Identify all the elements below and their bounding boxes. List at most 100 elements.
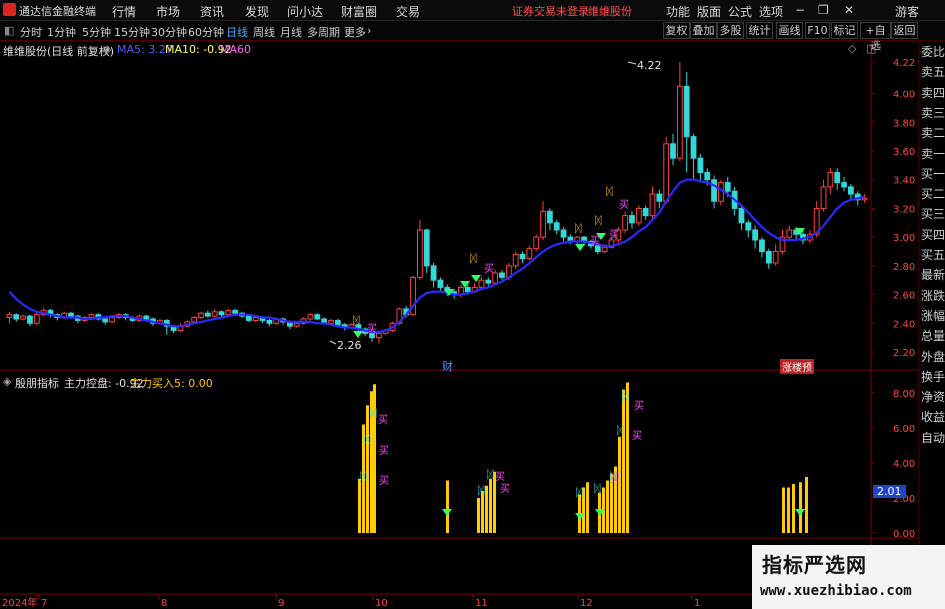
candle-body xyxy=(198,312,204,319)
side-panel-item-16[interactable]: 换手 xyxy=(921,370,945,384)
candle-body xyxy=(670,143,676,159)
menu-item-gongneng[interactable]: 功能 xyxy=(666,3,690,20)
collapse-icon[interactable]: ◫ xyxy=(866,42,876,55)
candle-body xyxy=(68,312,74,317)
candle-body xyxy=(697,157,704,174)
period-tab-15min[interactable]: 15分钟 xyxy=(114,24,150,40)
watermark-url: www.xuezhibiao.com xyxy=(760,583,912,599)
diejia-button[interactable]: 叠加 xyxy=(690,22,717,39)
period-tab-monthly[interactable]: 月线 xyxy=(280,24,302,40)
huaxian-button[interactable]: 画线 xyxy=(776,22,803,39)
side-panel-item-8[interactable]: 买三 xyxy=(921,207,945,221)
menu-item-hangqing[interactable]: 行情 xyxy=(112,3,136,20)
period-tab-daily[interactable]: 日线 xyxy=(226,24,248,40)
f10-button[interactable]: F10 xyxy=(805,22,830,39)
price-tick-label: 2.20 xyxy=(893,348,915,359)
menu-item-faxian[interactable]: 发现 xyxy=(245,3,269,20)
add-watchlist-button[interactable]: +自选 xyxy=(860,22,891,52)
tongji-button[interactable]: 统计 xyxy=(746,22,773,39)
side-panel-item-9[interactable]: 买四 xyxy=(921,228,945,242)
restore-icon[interactable]: ❐ xyxy=(818,3,829,17)
price-tick-label: 4.00 xyxy=(893,90,915,101)
minimize-icon[interactable]: − xyxy=(795,3,805,17)
period-tab-5min[interactable]: 5分钟 xyxy=(82,24,111,40)
indicator-tick-label: 8.00 xyxy=(893,389,915,400)
trade-login-notice[interactable]: 证券交易未登录 xyxy=(512,3,589,19)
menu-item-zixun[interactable]: 资讯 xyxy=(200,3,224,20)
settings-diamond-icon[interactable]: ◈ xyxy=(103,43,111,56)
period-tab-multi[interactable]: 多周期 xyxy=(307,24,340,40)
period-tab-60min[interactable]: 60分钟 xyxy=(188,24,224,40)
menu-item-gongshi[interactable]: 公式 xyxy=(728,3,752,20)
period-tab-1min[interactable]: 1分钟 xyxy=(47,24,76,40)
candle-body xyxy=(464,286,471,293)
side-panel-item-3[interactable]: 卖三 xyxy=(921,106,945,120)
menu-item-xuanxiang[interactable]: 选项 xyxy=(759,3,783,20)
candle-body xyxy=(656,193,663,202)
menu-item-wenxiaoda[interactable]: 问小达 xyxy=(287,3,323,20)
candle-body xyxy=(225,309,232,316)
current-stock-name: 维维股份 xyxy=(588,5,632,18)
kline-chart[interactable]: ᛞᛞᛞᛞᛞ买买买买买 ᛞᛞᛞᛞᛞᛞ ᛞᛞᛞᛞ买买买 买买买买买 4.224.003.… xyxy=(0,40,921,609)
menu-item-banmian[interactable]: 版面 xyxy=(697,3,721,20)
indicator-bar xyxy=(792,484,795,533)
fuquan-button[interactable]: 复权 xyxy=(663,22,690,39)
side-panel-item-17[interactable]: 净资 xyxy=(921,390,945,404)
side-panel-item-10[interactable]: 买五 xyxy=(921,248,945,262)
high-pointer xyxy=(627,61,637,65)
candle-body xyxy=(252,317,259,321)
duogu-button[interactable]: 多股 xyxy=(717,22,744,39)
candle-body xyxy=(218,311,225,316)
diamond-icon[interactable]: ◇ xyxy=(848,42,856,55)
limit-up-tag[interactable]: 涨楼预 xyxy=(780,359,814,374)
indicator-bar xyxy=(622,389,625,533)
candle-body xyxy=(109,317,115,323)
close-icon[interactable]: ✕ xyxy=(844,3,854,17)
period-tab-weekly[interactable]: 周线 xyxy=(253,24,275,40)
butterfly-icon: ᛞ xyxy=(595,214,602,227)
side-panel-item-11[interactable]: 最新 xyxy=(921,268,945,282)
menu-item-jiaoyi[interactable]: 交易 xyxy=(396,3,420,20)
ma-line xyxy=(8,178,865,333)
candle-body xyxy=(211,311,218,317)
side-panel-item-4[interactable]: 卖二 xyxy=(921,126,945,140)
watermark-banner: 指标严选网 www.xuezhibiao.com xyxy=(752,545,945,609)
date-tick-label: 8 xyxy=(161,598,167,609)
period-tab-fenshi[interactable]: 分时 xyxy=(20,24,42,40)
indicator-diamond xyxy=(795,509,805,516)
date-tick-label: 9 xyxy=(278,598,284,609)
candle-body xyxy=(752,229,759,241)
candle-body xyxy=(711,179,717,202)
side-panel-item-0[interactable]: 委比 xyxy=(921,45,945,59)
side-panel-item-2[interactable]: 卖四 xyxy=(921,86,945,100)
candle-body xyxy=(375,332,382,339)
guest-label[interactable]: 游客 xyxy=(895,3,919,20)
side-panel-item-14[interactable]: 总量 xyxy=(921,329,945,343)
side-panel-item-6[interactable]: 买一 xyxy=(921,167,945,181)
side-panel-item-7[interactable]: 买二 xyxy=(921,187,945,201)
low-price-label: 2.26 xyxy=(337,339,362,352)
indicator-bar xyxy=(489,478,492,533)
candle-body xyxy=(526,248,533,260)
side-panel-item-15[interactable]: 外盘 xyxy=(921,350,945,364)
indicator-settings-icon[interactable]: ◈ xyxy=(3,375,11,388)
candle-body xyxy=(540,210,546,238)
side-panel-item-13[interactable]: 涨幅 xyxy=(921,309,945,323)
side-panel-item-12[interactable]: 涨跌 xyxy=(921,289,945,303)
back-button[interactable]: 返回 xyxy=(891,22,918,39)
sidebar-toggle-icon[interactable]: ◧ xyxy=(4,24,14,37)
finance-tag[interactable]: 财 xyxy=(442,358,453,374)
period-tab-more[interactable]: 更多 xyxy=(344,24,366,40)
candle-body xyxy=(423,229,430,267)
side-panel-item-18[interactable]: 收益 xyxy=(921,410,945,424)
menu-item-shichang[interactable]: 市场 xyxy=(156,3,180,20)
price-axis: 4.22 4.00 3.80 3.60 3.40 3.20 3.00 2.80 2.60 2.40… xyxy=(871,58,915,359)
period-tab-30min[interactable]: 30分钟 xyxy=(151,24,187,40)
candle-body xyxy=(266,319,273,324)
menu-item-caifuquan[interactable]: 财富圈 xyxy=(341,3,377,20)
biaoji-button[interactable]: 标记 xyxy=(831,22,858,39)
chevron-right-icon[interactable]: › xyxy=(367,24,371,37)
side-panel-item-19[interactable]: 自动 xyxy=(921,431,945,445)
side-panel-item-5[interactable]: 卖一 xyxy=(921,147,945,161)
side-panel-item-1[interactable]: 卖五 xyxy=(921,65,945,79)
